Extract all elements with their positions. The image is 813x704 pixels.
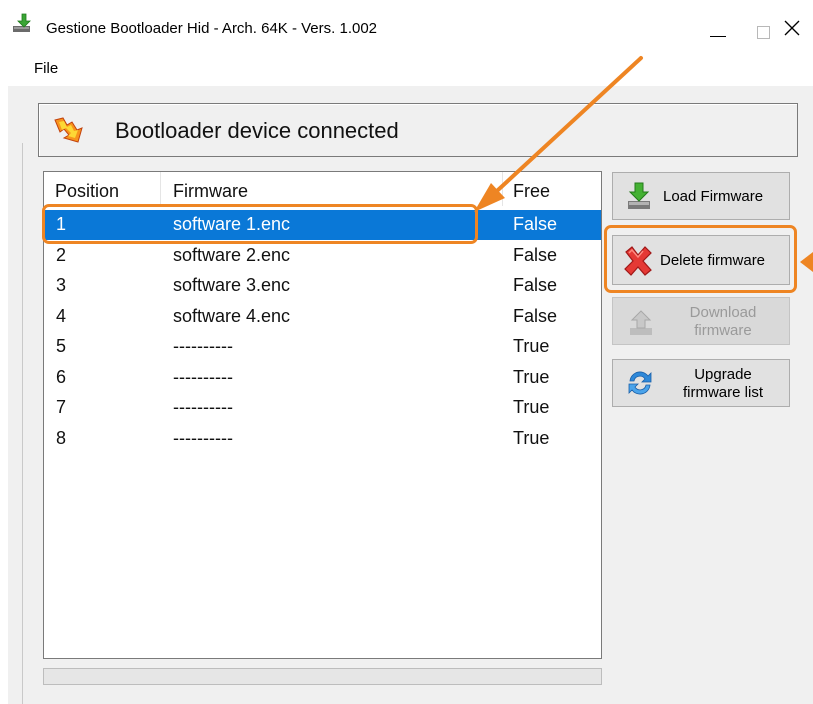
- refresh-icon: [625, 368, 655, 402]
- load-firmware-label: Load Firmware: [663, 188, 764, 205]
- table-row[interactable]: 4 software 4.enc False: [44, 302, 601, 332]
- status-text: Bootloader device connected: [115, 118, 399, 143]
- cell-free: False: [513, 245, 558, 265]
- title-bar: Gestione Bootloader Hid - Arch. 64K - Ve…: [0, 0, 813, 42]
- cell-free: False: [513, 214, 558, 234]
- cell-free: False: [513, 275, 558, 295]
- header-firmware[interactable]: Firmware: [173, 181, 248, 202]
- download-firmware-label-2: firmware: [694, 322, 752, 339]
- cell-position: 3: [56, 275, 67, 295]
- list-header: Position Firmware Free: [44, 172, 601, 208]
- header-divider[interactable]: [160, 172, 161, 206]
- status-panel: Bootloader device connected: [38, 103, 798, 157]
- cell-firmware: ----------: [173, 397, 233, 417]
- header-position[interactable]: Position: [55, 181, 119, 202]
- header-divider[interactable]: [502, 172, 503, 206]
- download-firmware-button[interactable]: Download firmware: [612, 297, 790, 345]
- table-row[interactable]: 8 ---------- True: [44, 424, 601, 454]
- download-green-arrow-icon: [625, 181, 653, 215]
- cell-firmware: software 2.enc: [173, 245, 291, 265]
- cell-position: 8: [56, 428, 67, 448]
- table-row[interactable]: 7 ---------- True: [44, 393, 601, 423]
- header-free[interactable]: Free: [513, 181, 550, 202]
- cell-firmware: software 3.enc: [173, 275, 291, 295]
- window-title: Gestione Bootloader Hid - Arch. 64K - Ve…: [46, 20, 378, 37]
- annotation-highlight-row: [42, 204, 478, 244]
- cell-free: True: [513, 397, 550, 417]
- upgrade-label-1: Upgrade: [694, 366, 752, 383]
- close-button[interactable]: [767, 0, 813, 42]
- upgrade-firmware-list-button[interactable]: Upgrade firmware list: [612, 359, 790, 407]
- group-frame-line: [22, 143, 23, 704]
- firmware-list[interactable]: Position Firmware Free 1 software 1.enc …: [43, 171, 602, 659]
- minimize-button[interactable]: [698, 0, 744, 42]
- cell-firmware: ----------: [173, 336, 233, 356]
- download-firmware-label-1: Download: [689, 304, 757, 321]
- cell-position: 6: [56, 367, 67, 387]
- table-row[interactable]: 5 ---------- True: [44, 332, 601, 362]
- cell-firmware: software 4.enc: [173, 306, 291, 326]
- annotation-highlight-button: [604, 225, 797, 293]
- cell-firmware: ----------: [173, 428, 233, 448]
- menu-bar: File: [0, 56, 813, 84]
- cell-position: 4: [56, 306, 67, 326]
- upgrade-label-2: firmware list: [682, 384, 763, 401]
- cell-free: False: [513, 306, 558, 326]
- table-row[interactable]: 6 ---------- True: [44, 363, 601, 393]
- menu-file[interactable]: File: [34, 60, 58, 77]
- close-icon: [784, 20, 800, 36]
- table-row[interactable]: 3 software 3.enc False: [44, 271, 601, 301]
- cell-position: 7: [56, 397, 67, 417]
- cell-firmware: ----------: [173, 367, 233, 387]
- cell-free: True: [513, 336, 550, 356]
- cell-position: 2: [56, 245, 67, 265]
- horizontal-scrollbar[interactable]: [43, 668, 602, 685]
- lightning-warning-icon: [51, 116, 85, 146]
- cell-position: 5: [56, 336, 67, 356]
- load-firmware-button[interactable]: Load Firmware: [612, 172, 790, 220]
- upload-arrow-icon: [627, 308, 655, 342]
- cell-free: True: [513, 428, 550, 448]
- app-window: Gestione Bootloader Hid - Arch. 64K - Ve…: [0, 0, 813, 704]
- table-row[interactable]: 2 software 2.enc False: [44, 241, 601, 271]
- app-icon: [11, 12, 33, 34]
- cell-free: True: [513, 367, 550, 387]
